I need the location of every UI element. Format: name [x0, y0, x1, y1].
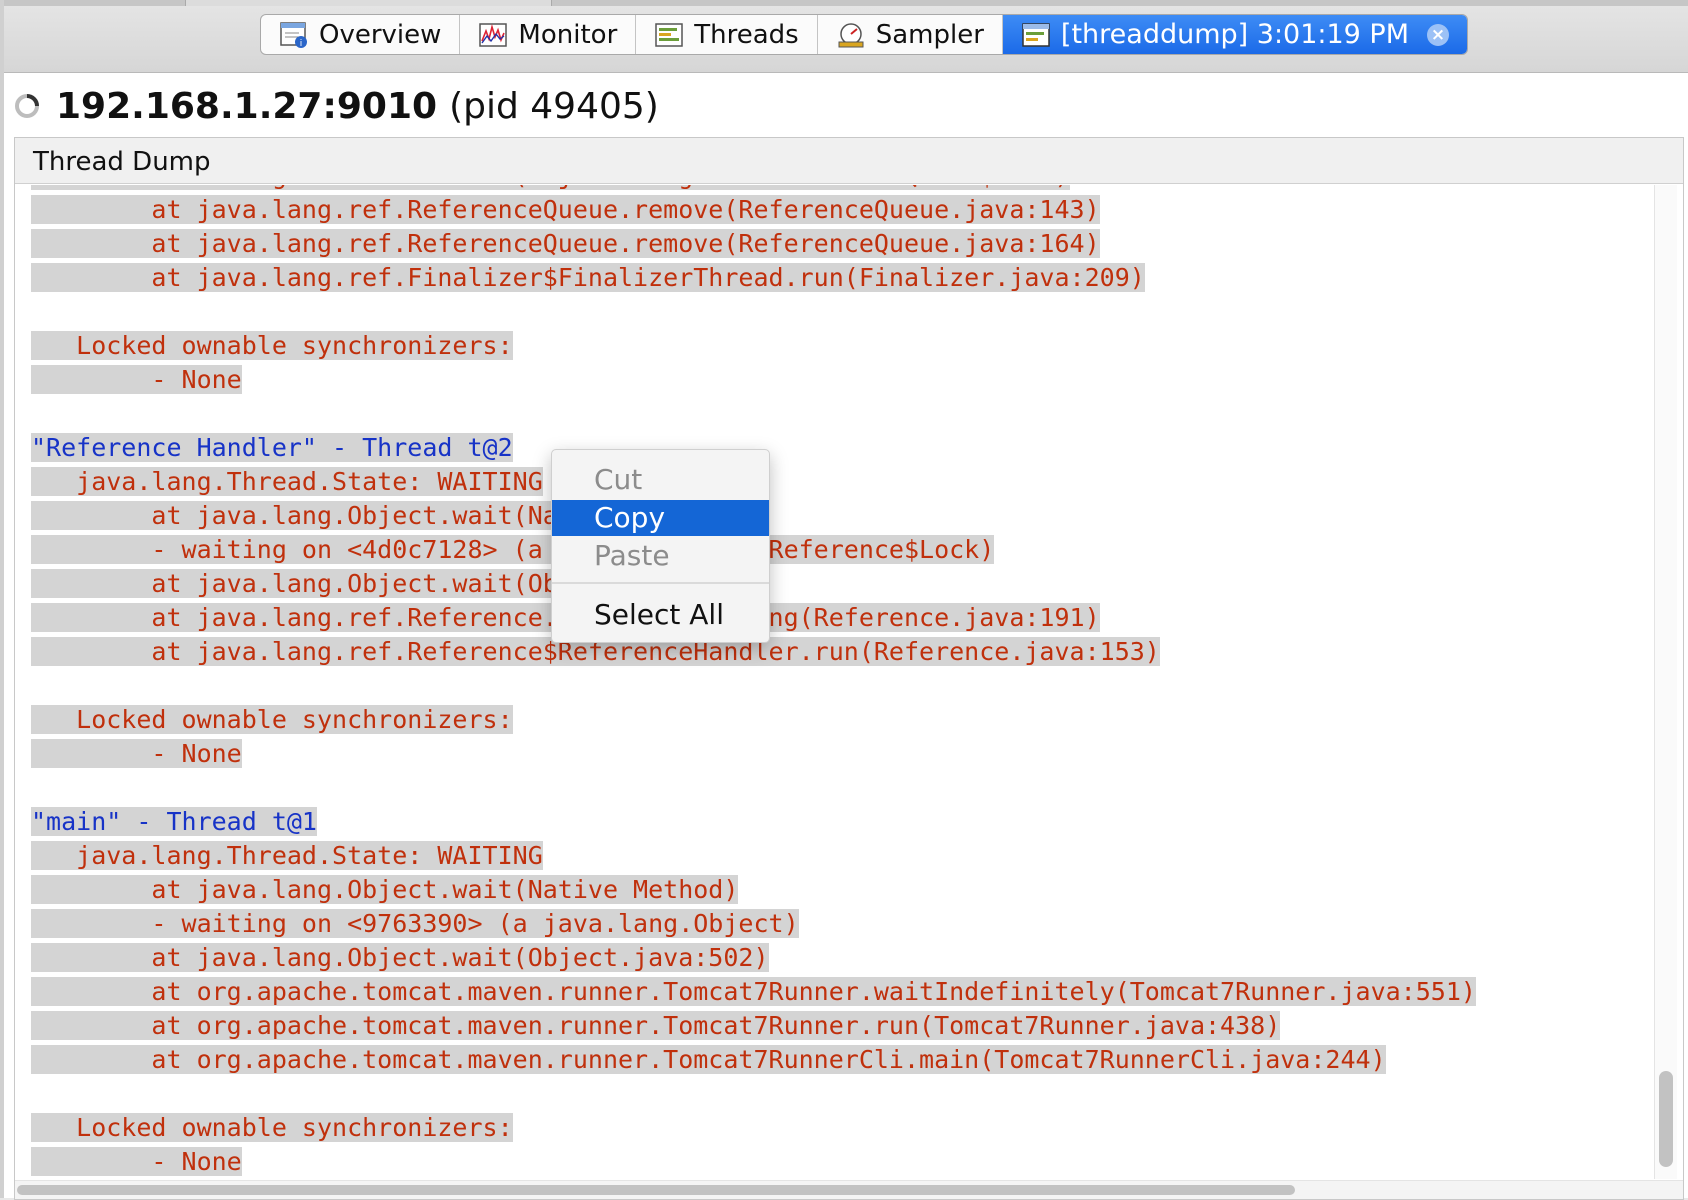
menu-item-select-all[interactable]: Select All	[552, 597, 769, 633]
stack-line: - None	[31, 363, 1476, 397]
line-text: at java.lang.Object.wait(Object.java:502…	[31, 943, 769, 972]
host-header: 192.168.1.27:9010 (pid 49405)	[14, 84, 659, 128]
horizontal-scrollbar[interactable]	[15, 1180, 1683, 1199]
stack-line: at java.lang.ref.Finalizer$FinalizerThre…	[31, 261, 1476, 295]
menu-separator	[552, 582, 769, 584]
threads-icon	[654, 21, 684, 49]
line-text: at org.apache.tomcat.maven.runner.Tomcat…	[31, 1011, 1281, 1040]
host-address: 192.168.1.27:9010	[56, 85, 438, 127]
menu-item-cut[interactable]: Cut	[552, 462, 769, 498]
svg-text:i: i	[300, 39, 303, 49]
tab-threaddump[interactable]: [threaddump] 3:01:19 PM ×	[1002, 15, 1468, 54]
stack-line: at java.lang.ref.ReferenceQueue.remove(R…	[31, 227, 1476, 261]
tab-overview[interactable]: i Overview	[261, 15, 461, 54]
line-text: - waiting on <34eaac4e> (a java.lang.ref…	[31, 185, 1070, 190]
line-text: java.lang.Thread.State: WAITING	[31, 841, 543, 870]
tab-bar: i Overview Monitor Threads Sampler [thre…	[260, 14, 1469, 55]
process-id: (pid 49405)	[449, 85, 659, 127]
line-text: "Reference Handler" - Thread t@2	[31, 433, 513, 462]
thread-dump-panel: Thread Dump - waiting on <34eaac4e> (a j…	[14, 137, 1684, 1200]
line-text: at org.apache.tomcat.maven.runner.Tomcat…	[31, 977, 1476, 1006]
tab-area: i Overview Monitor Threads Sampler [thre…	[4, 6, 1688, 73]
loading-spinner-icon	[14, 93, 40, 119]
line-text: at org.apache.tomcat.maven.runner.Tomcat…	[31, 1045, 1386, 1074]
vertical-scroll-thumb[interactable]	[1659, 1071, 1673, 1167]
stack-line: - waiting on <34eaac4e> (a java.lang.ref…	[31, 185, 1476, 193]
line-text: Locked ownable synchronizers:	[31, 705, 513, 734]
stack-line: Locked ownable synchronizers:	[31, 1111, 1476, 1145]
line-text: - None	[31, 365, 242, 394]
overview-icon: i	[279, 21, 309, 49]
line-text: Locked ownable synchronizers:	[31, 1113, 513, 1142]
stack-line: - waiting on <9763390> (a java.lang.Obje…	[31, 907, 1476, 941]
tab-monitor-label: Monitor	[518, 19, 618, 50]
context-menu: Cut Copy Paste Select All	[551, 449, 770, 643]
line-text: - waiting on <4d0c7128> (a java.lang.ref…	[31, 535, 995, 564]
threaddump-icon	[1021, 21, 1051, 49]
stack-line: Locked ownable synchronizers:	[31, 329, 1476, 363]
stack-line: Locked ownable synchronizers:	[31, 703, 1476, 737]
panel-title: Thread Dump	[15, 138, 1683, 184]
dump-lines: - waiting on <34eaac4e> (a java.lang.ref…	[31, 185, 1476, 1179]
menu-item-copy[interactable]: Copy	[552, 500, 769, 536]
tab-sampler-label: Sampler	[875, 19, 984, 50]
close-tab-icon[interactable]: ×	[1427, 23, 1450, 46]
stack-line: java.lang.Thread.State: WAITING	[31, 839, 1476, 873]
stack-line: at org.apache.tomcat.maven.runner.Tomcat…	[31, 1009, 1476, 1043]
stack-line: at java.lang.Object.wait(Native Method)	[31, 873, 1476, 907]
stack-line: - None	[31, 737, 1476, 771]
line-text: at java.lang.ref.ReferenceQueue.remove(R…	[31, 195, 1100, 224]
thread-header-line: "main" - Thread t@1	[31, 805, 1476, 839]
line-text: at java.lang.ref.ReferenceQueue.remove(R…	[31, 229, 1100, 258]
monitor-icon	[478, 21, 508, 49]
line-text: - None	[31, 739, 242, 768]
line-text: - None	[31, 1147, 242, 1176]
line-text: at java.lang.Object.wait(Native Method)	[31, 875, 739, 904]
thread-dump-text[interactable]: - waiting on <34eaac4e> (a java.lang.ref…	[15, 185, 1653, 1179]
stack-line: at org.apache.tomcat.maven.runner.Tomcat…	[31, 975, 1476, 1009]
line-text: "main" - Thread t@1	[31, 807, 317, 836]
stack-line: at java.lang.ref.ReferenceQueue.remove(R…	[31, 193, 1476, 227]
line-text: at java.lang.ref.Finalizer$FinalizerThre…	[31, 263, 1145, 292]
stack-line: - None	[31, 1145, 1476, 1179]
tab-threads-label: Threads	[694, 19, 799, 50]
tab-overview-label: Overview	[319, 19, 442, 50]
sampler-icon	[836, 21, 866, 49]
tab-monitor[interactable]: Monitor	[460, 15, 637, 54]
tab-sampler[interactable]: Sampler	[818, 15, 1003, 54]
vertical-scrollbar[interactable]	[1654, 185, 1677, 1179]
line-text: - waiting on <9763390> (a java.lang.Obje…	[31, 909, 799, 938]
menu-item-paste[interactable]: Paste	[552, 538, 769, 574]
tab-threaddump-label: [threaddump] 3:01:19 PM	[1060, 19, 1410, 50]
line-text: java.lang.Thread.State: WAITING	[31, 467, 543, 496]
line-text: Locked ownable synchronizers:	[31, 331, 513, 360]
horizontal-scroll-thumb[interactable]	[17, 1185, 1295, 1195]
tab-threads[interactable]: Threads	[636, 15, 818, 54]
stack-line: at org.apache.tomcat.maven.runner.Tomcat…	[31, 1043, 1476, 1077]
stack-line: at java.lang.Object.wait(Object.java:502…	[31, 941, 1476, 975]
